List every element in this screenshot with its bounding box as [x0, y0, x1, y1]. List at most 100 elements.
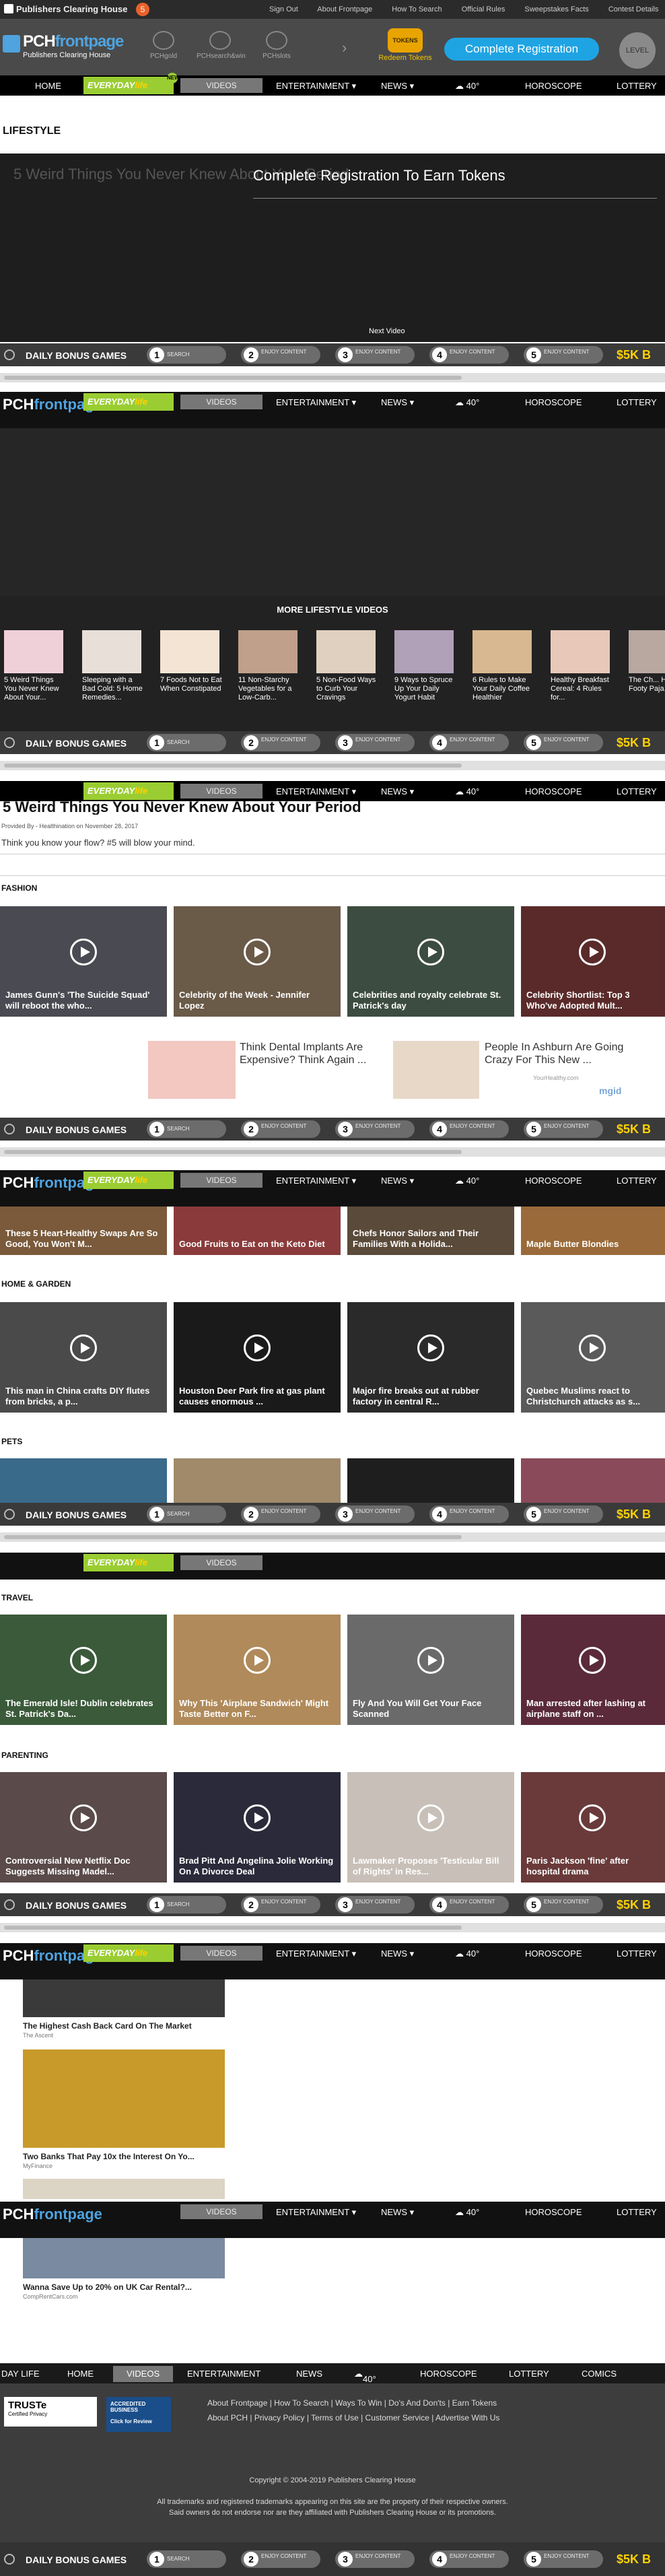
scroll-track[interactable] [0, 1923, 665, 1932]
lifestyle-thumbnail-label[interactable]: Sleeping with a Bad Cold: 5 Home Remedie… [82, 676, 144, 702]
bonus-step-4[interactable]: 4 ENJOY CONTENT [429, 1120, 509, 1138]
footer-nav-entertainment[interactable]: ENTERTAINMENT [187, 2369, 260, 2379]
sponsored-title[interactable]: Wanna Save Up to 20% on UK Car Rental?..… [23, 2282, 192, 2292]
sticky-horoscope[interactable]: HOROSCOPE [525, 1948, 582, 1959]
lifestyle-thumbnail-label[interactable]: 9 Ways to Spruce Up Your Daily Yogurt Ha… [394, 676, 456, 702]
scroll-track[interactable] [0, 1532, 665, 1542]
bonus-step-1[interactable]: 1 SEARCH [147, 1505, 226, 1523]
scroll-track[interactable] [0, 373, 665, 382]
lifestyle-thumbnail-label[interactable]: 5 Weird Things You Never Knew About Your… [4, 676, 66, 702]
fashion-card[interactable]: Celebrity Shortlist: Top 3 Who've Adopte… [521, 906, 665, 1017]
sponsored-image[interactable] [23, 2049, 225, 2148]
home-card[interactable]: This man in China crafts DIY flutes from… [0, 1302, 167, 1413]
diet-ad-link[interactable]: People In Ashburn Are Going Crazy For Th… [485, 1041, 633, 1066]
home-card[interactable]: Houston Deer Park fire at gas plant caus… [174, 1302, 341, 1413]
footer-nav-home[interactable]: HOME [67, 2369, 94, 2379]
footer-links-row-1[interactable]: About Frontpage | How To Search | Ways T… [207, 2398, 497, 2408]
bonus-step-4[interactable]: 4 ENJOY CONTENT [429, 346, 509, 364]
sticky-entertainment[interactable]: ENTERTAINMENT ▾ [276, 2207, 356, 2218]
official-rules-link[interactable]: Official Rules [462, 5, 505, 13]
mgid-logo[interactable]: mgid [599, 1085, 621, 1096]
footer-nav-news[interactable]: NEWS [296, 2369, 322, 2379]
pchgold-link[interactable]: PCHgold [140, 31, 187, 60]
sticky-news[interactable]: NEWS ▾ [381, 1948, 414, 1959]
nav-news[interactable]: NEWS ▾ [381, 81, 414, 92]
lifestyle-thumbnail-label[interactable]: 5 Non-Food Ways to Curb Your Cravings [316, 676, 378, 702]
food-card[interactable]: Maple Butter Blondies [521, 1207, 665, 1255]
scroll-track[interactable] [0, 1147, 665, 1157]
sponsored-image[interactable] [23, 2238, 225, 2278]
sticky-videos[interactable]: VIDEOS [180, 1173, 262, 1188]
nav-everyday-life[interactable]: EVERYDAYlife NEW [83, 73, 180, 94]
sticky-news[interactable]: NEWS ▾ [381, 1176, 414, 1186]
lifestyle-thumbnail-label[interactable]: Healthy Breakfast Cereal: 4 Rules for... [551, 676, 612, 702]
sticky-news[interactable]: NEWS ▾ [381, 397, 414, 408]
sticky-news[interactable]: NEWS ▾ [381, 786, 414, 797]
next-video-label[interactable]: Next Video [369, 327, 405, 335]
brand[interactable]: Publishers Clearing House [4, 4, 127, 14]
pets-card[interactable] [0, 1458, 167, 1505]
food-card[interactable]: Good Fruits to Eat on the Keto Diet [174, 1207, 341, 1255]
video-player[interactable]: 5 Weird Things You Never Knew About Your… [0, 154, 665, 342]
fashion-card[interactable]: Celebrity of the Week - Jennifer Lopez [174, 906, 341, 1017]
sticky-videos[interactable]: VIDEOS [180, 1946, 262, 1961]
food-card[interactable]: These 5 Heart-Healthy Swaps Are So Good,… [0, 1207, 167, 1255]
sticky-everyday-life[interactable]: EVERYDAYlife [83, 782, 174, 800]
sticky-lottery[interactable]: LOTTERY [617, 2207, 657, 2217]
nav-home[interactable]: HOME [35, 81, 61, 91]
bonus-step-1[interactable]: 1 SEARCH [147, 1120, 226, 1138]
home-card[interactable]: Quebec Muslims react to Christchurch att… [521, 1302, 665, 1413]
sticky-entertainment[interactable]: ENTERTAINMENT ▾ [276, 1948, 356, 1959]
info-icon[interactable] [4, 349, 15, 360]
travel-card[interactable]: The Emerald Isle! Dublin celebrates St. … [0, 1615, 167, 1725]
sticky-videos[interactable]: VIDEOS [180, 1555, 262, 1570]
dental-ad-image[interactable] [148, 1041, 236, 1099]
bonus-step-2[interactable]: 2 ENJOY CONTENT [241, 2550, 320, 2568]
bonus-step-4[interactable]: 4 ENJOY CONTENT [429, 1896, 509, 1913]
sponsored-title[interactable]: Two Banks That Pay 10x the Interest On Y… [23, 2152, 195, 2161]
sticky-weather[interactable]: ☁ 40° [455, 1176, 479, 1186]
sponsored-image[interactable] [23, 2179, 225, 2199]
sticky-videos[interactable]: VIDEOS [180, 784, 262, 799]
info-icon[interactable] [4, 1509, 15, 1520]
bonus-step-5[interactable]: 5 ENJOY CONTENT [524, 734, 603, 751]
lifestyle-thumbnail[interactable] [82, 630, 141, 673]
bonus-step-3[interactable]: 3 ENJOY CONTENT [335, 734, 415, 751]
about-frontpage-link[interactable]: About Frontpage [317, 5, 372, 13]
sponsored-title[interactable]: The Highest Cash Back Card On The Market [23, 2021, 192, 2031]
scroll-thumb[interactable] [4, 1926, 462, 1930]
parenting-card[interactable]: Controversial New Netflix Doc Suggests M… [0, 1772, 167, 1883]
bonus-step-2[interactable]: 2 ENJOY CONTENT [241, 734, 320, 751]
bonus-step-2[interactable]: 2 ENJOY CONTENT [241, 1120, 320, 1138]
sticky-entertainment[interactable]: ENTERTAINMENT ▾ [276, 1176, 356, 1186]
sticky-news[interactable]: NEWS ▾ [381, 2207, 414, 2218]
sticky-lottery[interactable]: LOTTERY [617, 786, 657, 796]
notification-badge[interactable]: 5 [136, 3, 149, 16]
redeem-tokens[interactable]: TOKENS Redeem Tokens [372, 28, 439, 62]
sticky-entertainment[interactable]: ENTERTAINMENT ▾ [276, 397, 356, 408]
complete-registration-button[interactable]: Complete Registration [444, 38, 599, 61]
article-title[interactable]: 5 Weird Things You Never Knew About Your… [3, 799, 361, 815]
sweepstakes-facts-link[interactable]: Sweepstakes Facts [524, 5, 588, 13]
lifestyle-thumbnail-label[interactable]: 11 Non-Starchy Vegetables for a Low-Carb… [238, 676, 300, 702]
nav-weather[interactable]: ☁ 40° [455, 81, 479, 92]
lifestyle-thumbnail-label[interactable]: 7 Foods Not to Eat When Constipated [160, 676, 222, 693]
fashion-card[interactable]: Celebrities and royalty celebrate St. Pa… [347, 906, 514, 1017]
bonus-step-5[interactable]: 5 ENJOY CONTENT [524, 346, 603, 364]
nav-horoscope[interactable]: HOROSCOPE [525, 81, 582, 91]
chevron-right-icon[interactable]: › [342, 39, 347, 57]
bonus-step-4[interactable]: 4 ENJOY CONTENT [429, 2550, 509, 2568]
travel-card[interactable]: Man arrested after lashing at airplane s… [521, 1615, 665, 1725]
bbb-seal[interactable]: ACCREDITED BUSINESS Click for Review [106, 2397, 171, 2432]
sticky-everyday-life[interactable]: EVERYDAYlife [83, 1944, 174, 1962]
scroll-thumb[interactable] [4, 376, 462, 380]
sticky-entertainment[interactable]: ENTERTAINMENT ▾ [276, 786, 356, 797]
travel-card[interactable]: Why This 'Airplane Sandwich' Might Taste… [174, 1615, 341, 1725]
footer-nav-everyday[interactable]: DAY LIFE [1, 2369, 40, 2379]
dental-ad-link[interactable]: Think Dental Implants Are Expensive? Thi… [240, 1041, 381, 1066]
bonus-step-1[interactable]: 1 SEARCH [147, 734, 226, 751]
lifestyle-thumbnail[interactable] [629, 630, 665, 673]
bonus-step-2[interactable]: 2 ENJOY CONTENT [241, 1505, 320, 1523]
nav-entertainment[interactable]: ENTERTAINMENT ▾ [276, 81, 356, 92]
sticky-weather[interactable]: ☁ 40° [455, 786, 479, 797]
